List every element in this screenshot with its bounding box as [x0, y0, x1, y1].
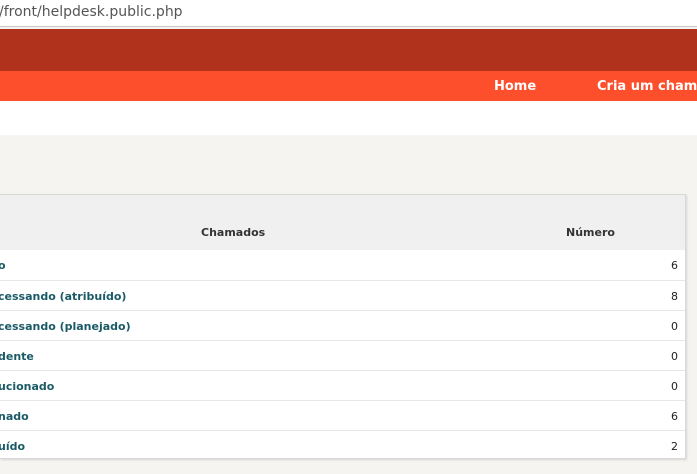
- status-link[interactable]: ucionado: [0, 380, 54, 393]
- status-count: 0: [671, 350, 678, 363]
- table-row: cessando (atribuído) 8: [0, 280, 685, 310]
- table-row: cessando (planejado) 0: [0, 310, 685, 340]
- url-text: /front/helpdesk.public.php: [0, 4, 183, 20]
- main-menu: Home Cria um chamado: [0, 71, 697, 101]
- status-count: 2: [671, 440, 678, 453]
- breadcrumb-bar: [0, 101, 697, 135]
- ticket-summary-table: Chamados Número o 6 cessando (atribuído)…: [0, 194, 686, 459]
- status-link[interactable]: dente: [0, 350, 34, 363]
- table-row: uído 2: [0, 430, 685, 458]
- status-link[interactable]: uído: [0, 440, 25, 453]
- status-link[interactable]: cessando (planejado): [0, 320, 131, 333]
- menu-item-create-ticket[interactable]: Cria um chamado: [597, 71, 697, 101]
- status-link[interactable]: o: [0, 259, 6, 272]
- column-header-chamados: Chamados: [201, 226, 266, 239]
- table-header: Chamados Número: [0, 195, 685, 250]
- table-row: dente 0: [0, 340, 685, 370]
- status-link[interactable]: cessando (atribuído): [0, 290, 126, 303]
- column-header-numero: Número: [566, 226, 615, 239]
- status-count: 8: [671, 290, 678, 303]
- status-count: 6: [671, 410, 678, 423]
- status-count: 6: [671, 259, 678, 272]
- status-link[interactable]: nado: [0, 410, 29, 423]
- menu-item-home[interactable]: Home: [494, 71, 536, 101]
- table-row: ucionado 0: [0, 370, 685, 400]
- status-count: 0: [671, 320, 678, 333]
- table-row: o 6: [0, 250, 685, 280]
- table-row: nado 6: [0, 400, 685, 430]
- header-banner: [0, 29, 697, 71]
- status-count: 0: [671, 380, 678, 393]
- address-bar[interactable]: /front/helpdesk.public.php: [0, 0, 697, 27]
